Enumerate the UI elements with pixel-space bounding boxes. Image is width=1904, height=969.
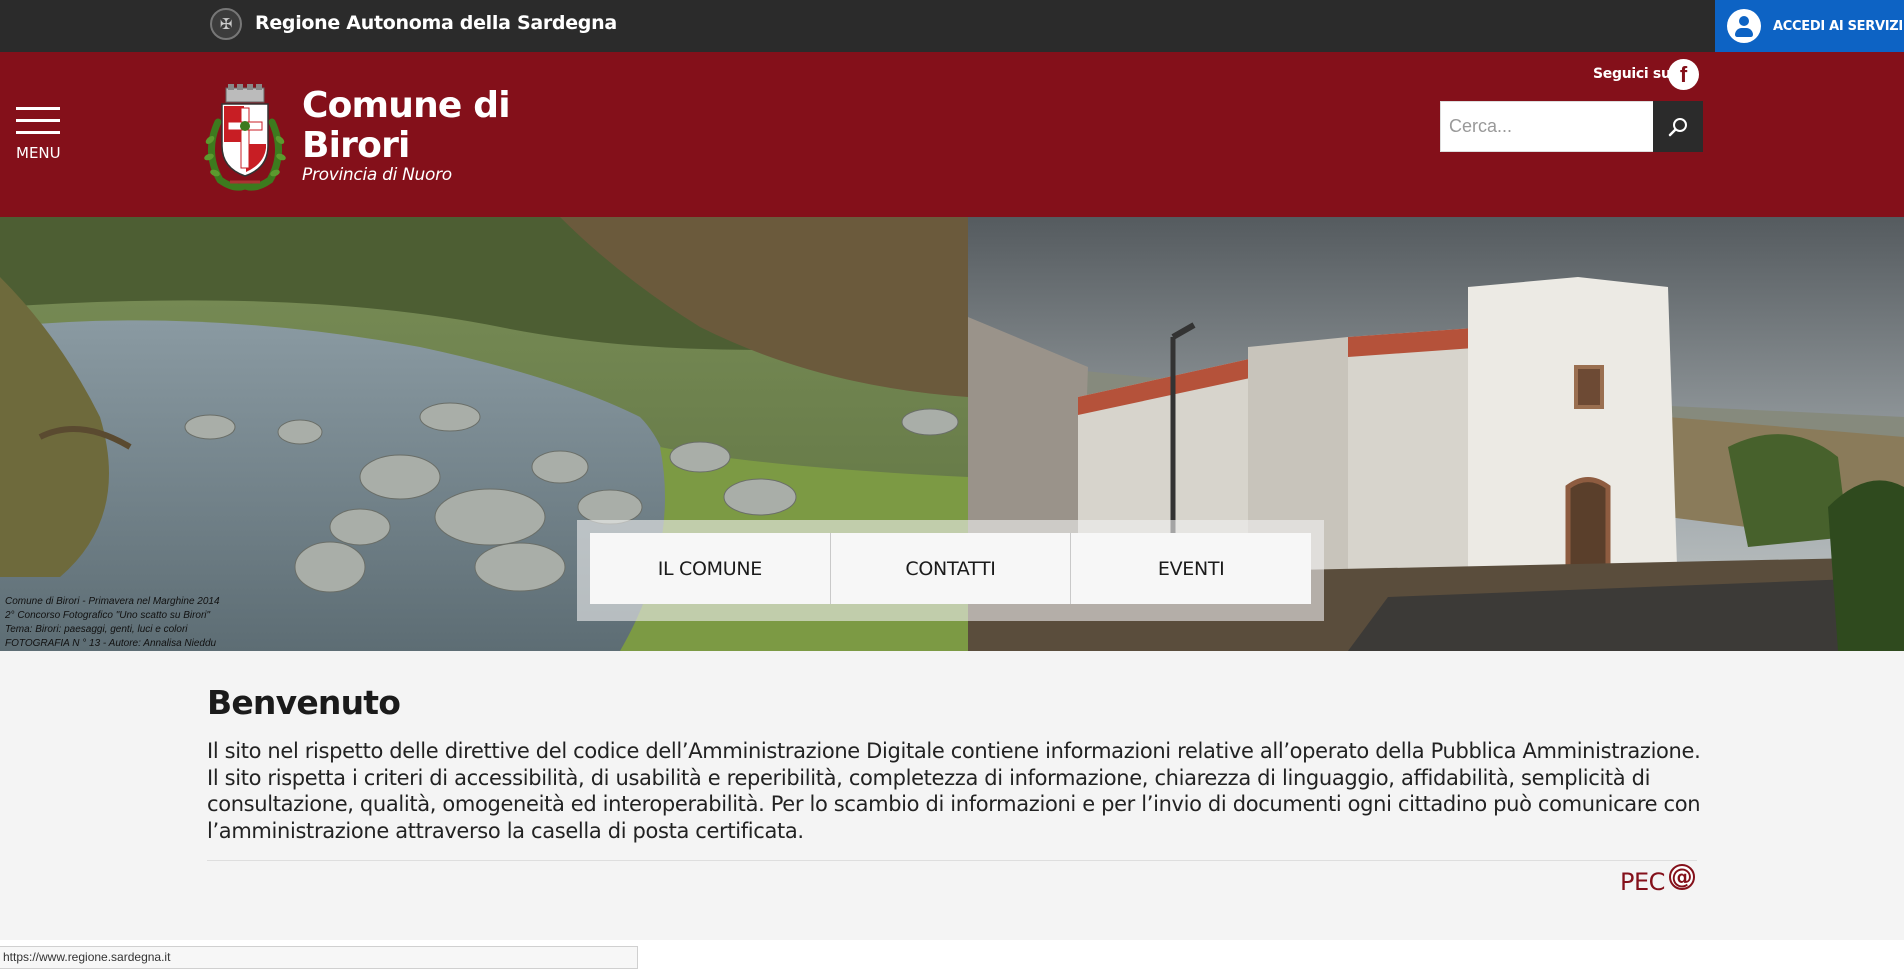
caption-line: FOTOGRAFIA N ° 13 - Autore: Annalisa Nie… <box>5 638 217 649</box>
menu-label: MENU <box>16 144 61 162</box>
site-subtitle: Provincia di Nuoro <box>302 165 452 185</box>
access-services-label: ACCEDI AI SERVIZI <box>1773 18 1903 34</box>
welcome-title: Benvenuto <box>207 683 401 722</box>
site-header: MENU Comune di Birori Provincia di Nuoro… <box>0 52 1904 217</box>
pec-label: PEC <box>1620 868 1665 896</box>
caption-line: Tema: Birori: paesaggi, genti, luci e co… <box>5 624 188 635</box>
caption-line: 2° Concorso Fotografico "Uno scatto su B… <box>5 610 211 621</box>
access-services-button[interactable]: ACCEDI AI SERVIZI <box>1715 0 1904 52</box>
search-button[interactable] <box>1653 101 1703 152</box>
top-bar: ✠ Regione Autonoma della Sardegna ACCEDI… <box>0 0 1904 52</box>
facebook-icon[interactable]: f <box>1668 59 1699 90</box>
status-bar-url: https://www.regione.sardegna.it <box>0 946 638 969</box>
site-title[interactable]: Comune di Birori <box>302 86 542 166</box>
divider <box>207 860 1697 861</box>
pec-link[interactable]: PEC @ <box>1620 864 1695 896</box>
quick-link-contatti[interactable]: CONTATTI <box>830 533 1072 604</box>
pec-at-icon: @ <box>1668 864 1695 890</box>
hero-banner: Comune di Birori - Primavera nel Marghin… <box>0 217 1904 651</box>
follow-us-label: Seguici su: <box>1593 66 1676 82</box>
user-icon <box>1727 9 1761 43</box>
search-icon <box>1668 117 1687 136</box>
menu-button[interactable]: MENU <box>14 107 62 163</box>
welcome-text: Il sito nel rispetto delle direttive del… <box>207 739 1701 843</box>
photo-caption: Comune di Birori - Primavera nel Marghin… <box>5 595 220 651</box>
quick-link-eventi[interactable]: EVENTI <box>1071 533 1312 604</box>
search-input[interactable] <box>1440 101 1654 152</box>
quick-link-il-comune[interactable]: IL COMUNE <box>590 533 831 604</box>
region-emblem-icon[interactable]: ✠ <box>210 8 242 40</box>
quick-nav: IL COMUNE CONTATTI EVENTI <box>577 520 1324 621</box>
crest-logo[interactable] <box>200 82 290 192</box>
caption-line: Comune di Birori - Primavera nel Marghin… <box>5 596 220 607</box>
region-name-link[interactable]: Regione Autonoma della Sardegna <box>255 12 617 34</box>
